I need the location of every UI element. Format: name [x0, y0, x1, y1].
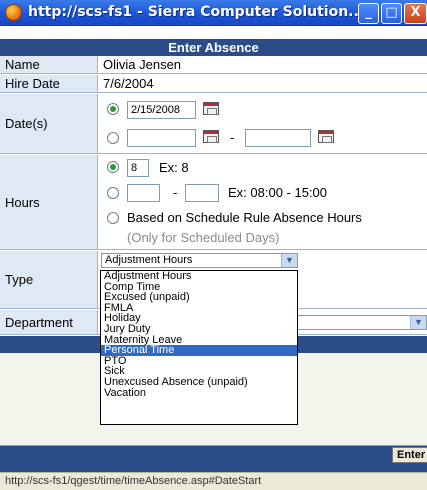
- browser-icon: [5, 4, 22, 21]
- single-date-radio[interactable]: [107, 103, 119, 115]
- type-option[interactable]: Unexcused Absence (unpaid): [101, 377, 297, 388]
- type-option[interactable]: Jury Duty: [101, 324, 297, 335]
- minimize-button[interactable]: _: [358, 3, 379, 24]
- date-range-radio[interactable]: [107, 132, 119, 144]
- date-range-from-input[interactable]: [127, 129, 196, 147]
- hours-row: Hours 8 Ex: 8 - Ex: 08:00 - 15:00 Based …: [0, 155, 427, 250]
- dates-row: Date(s) 2/15/2008 -: [0, 94, 427, 154]
- hours-range-example: Ex: 08:00 - 15:00: [228, 185, 328, 200]
- name-cell: Olivia Jensen: [100, 56, 427, 73]
- hours-cell: 8 Ex: 8 - Ex: 08:00 - 15:00 Based on Sch…: [100, 155, 427, 249]
- hours-example: Ex: 8: [159, 160, 189, 175]
- hire-date-row: Hire Date 7/6/2004: [0, 75, 427, 93]
- type-option[interactable]: Adjustment Hours: [101, 271, 297, 282]
- date-range-to-input[interactable]: [245, 129, 311, 147]
- type-selected-value: Adjustment Hours: [105, 254, 193, 266]
- hours-range-end-input[interactable]: [185, 184, 219, 202]
- schedule-rule-label: Based on Schedule Rule Absence Hours: [127, 210, 362, 225]
- single-date-input[interactable]: 2/15/2008: [127, 101, 196, 119]
- schedule-rule-radio[interactable]: [107, 212, 119, 224]
- hours-range-separator: -: [173, 185, 178, 200]
- enter-button[interactable]: Enter: [392, 447, 427, 463]
- type-dropdown-list[interactable]: Adjustment Hours Comp Time Excused (unpa…: [100, 270, 298, 425]
- schedule-rule-note: (Only for Scheduled Days): [127, 230, 280, 245]
- form-header: Enter Absence: [0, 39, 427, 56]
- department-label: Department: [0, 310, 98, 334]
- date-range-to-calendar-icon[interactable]: [318, 130, 334, 143]
- hours-label: Hours: [0, 155, 98, 249]
- hours-range-start-input[interactable]: [127, 184, 160, 202]
- date-range-separator: -: [230, 130, 235, 145]
- hours-value-radio[interactable]: [107, 161, 119, 173]
- type-select[interactable]: Adjustment Hours ▼: [101, 253, 298, 268]
- hours-range-radio[interactable]: [107, 187, 119, 199]
- hire-date-value: 7/6/2004: [103, 76, 154, 91]
- single-date-calendar-icon[interactable]: [203, 102, 219, 115]
- type-option-highlighted[interactable]: Personal Time: [101, 345, 297, 356]
- name-value: Olivia Jensen: [103, 57, 182, 72]
- chevron-down-icon[interactable]: ▼: [281, 254, 297, 267]
- name-row: Name Olivia Jensen: [0, 56, 427, 74]
- dates-label: Date(s): [0, 94, 98, 153]
- hours-value-input[interactable]: 8: [127, 159, 149, 177]
- footer-bar: [0, 446, 427, 472]
- type-option[interactable]: PTO: [101, 355, 297, 367]
- name-label: Name: [0, 56, 98, 73]
- type-label: Type: [0, 251, 98, 308]
- date-range-from-calendar-icon[interactable]: [203, 130, 219, 143]
- maximize-button[interactable]: □: [381, 3, 402, 24]
- window-title: http://scs-fs1 - Sierra Computer Solutio…: [28, 4, 365, 20]
- department-chevron-down-icon[interactable]: ▼: [410, 316, 426, 329]
- window-titlebar[interactable]: http://scs-fs1 - Sierra Computer Solutio…: [0, 0, 427, 26]
- hire-date-label: Hire Date: [0, 75, 98, 92]
- close-button[interactable]: X: [404, 3, 427, 24]
- type-option[interactable]: Vacation: [101, 387, 297, 399]
- hire-date-cell: 7/6/2004: [100, 75, 427, 92]
- dates-cell: 2/15/2008 -: [100, 94, 427, 153]
- status-bar-url: http://scs-fs1/qgest/time/timeAbsence.as…: [0, 472, 427, 490]
